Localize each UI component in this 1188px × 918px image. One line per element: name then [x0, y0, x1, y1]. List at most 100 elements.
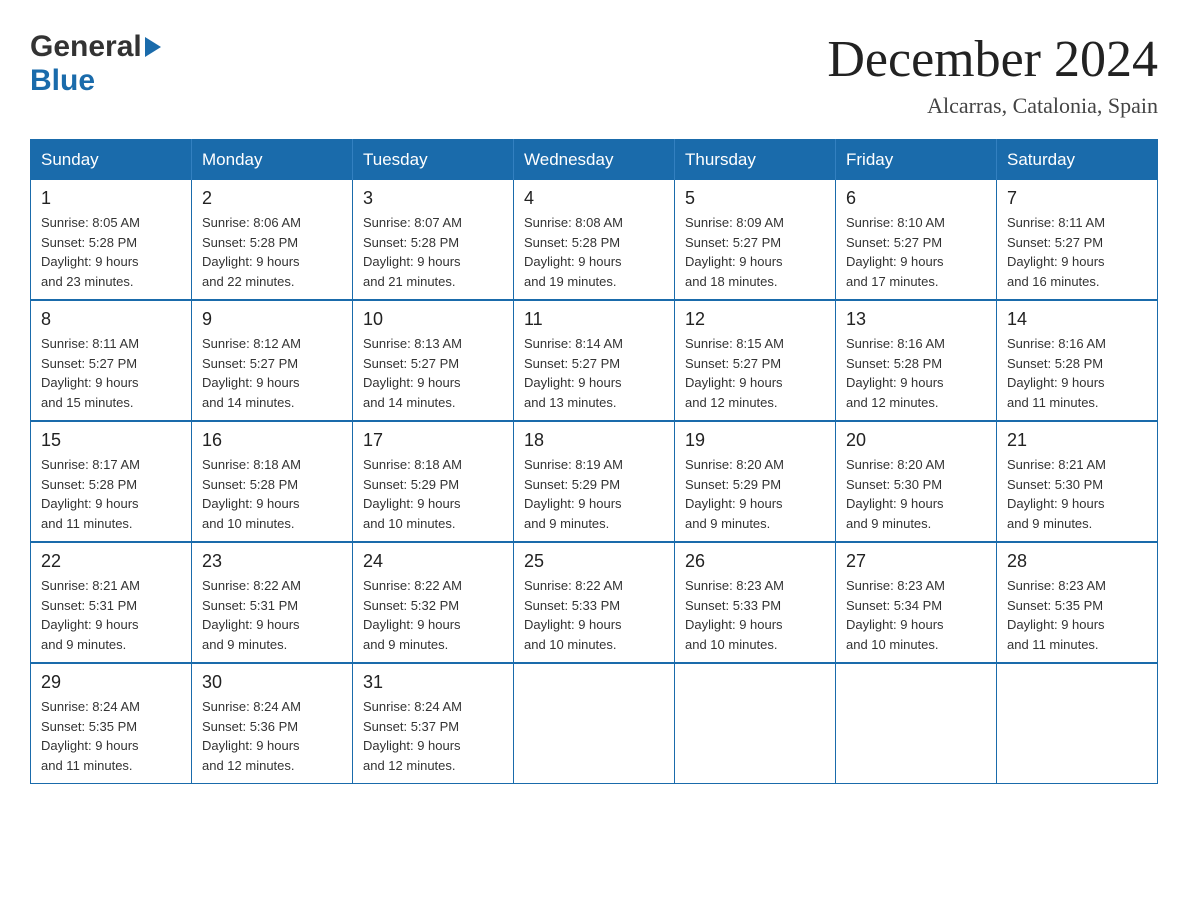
day-number: 23	[202, 551, 342, 572]
calendar-day-22: 22Sunrise: 8:21 AMSunset: 5:31 PMDayligh…	[31, 542, 192, 663]
day-info: Sunrise: 8:23 AMSunset: 5:34 PMDaylight:…	[846, 576, 986, 654]
day-info: Sunrise: 8:20 AMSunset: 5:29 PMDaylight:…	[685, 455, 825, 533]
calendar-day-19: 19 Sunrise: 8:20 AMSunset: 5:29 PMDayligh…	[675, 421, 836, 542]
calendar-day-31: 31 Sunrise: 8:24 AMSunset: 5:37 PMDayligh…	[353, 663, 514, 784]
calendar-day-11: 11 Sunrise: 8:14 AMSunset: 5:27 PMDayligh…	[514, 300, 675, 421]
day-number: 10	[363, 309, 503, 330]
day-number: 5	[685, 188, 825, 209]
calendar-day-27: 27 Sunrise: 8:23 AMSunset: 5:34 PMDayligh…	[836, 542, 997, 663]
calendar-day-29: 29Sunrise: 8:24 AMSunset: 5:35 PMDayligh…	[31, 663, 192, 784]
day-info: Sunrise: 8:15 AMSunset: 5:27 PMDaylight:…	[685, 334, 825, 412]
logo-triangle-icon	[145, 37, 161, 57]
day-info: Sunrise: 8:09 AMSunset: 5:27 PMDaylight:…	[685, 213, 825, 291]
calendar-day-13: 13Sunrise: 8:16 AMSunset: 5:28 PMDayligh…	[836, 300, 997, 421]
day-info: Sunrise: 8:18 AMSunset: 5:28 PMDaylight:…	[202, 455, 342, 533]
day-info: Sunrise: 8:11 AMSunset: 5:27 PMDaylight:…	[1007, 213, 1147, 291]
calendar-day-12: 12 Sunrise: 8:15 AMSunset: 5:27 PMDayligh…	[675, 300, 836, 421]
location-title: Alcarras, Catalonia, Spain	[827, 93, 1158, 119]
day-info: Sunrise: 8:22 AMSunset: 5:33 PMDaylight:…	[524, 576, 664, 654]
calendar-week-row: 8Sunrise: 8:11 AMSunset: 5:27 PMDaylight…	[31, 300, 1158, 421]
calendar-header-row: SundayMondayTuesdayWednesdayThursdayFrid…	[31, 140, 1158, 181]
day-number: 13	[846, 309, 986, 330]
calendar-day-14: 14 Sunrise: 8:16 AMSunset: 5:28 PMDayligh…	[997, 300, 1158, 421]
day-info: Sunrise: 8:24 AMSunset: 5:37 PMDaylight:…	[363, 697, 503, 775]
day-number: 16	[202, 430, 342, 451]
calendar-day-18: 18Sunrise: 8:19 AMSunset: 5:29 PMDayligh…	[514, 421, 675, 542]
day-info: Sunrise: 8:07 AMSunset: 5:28 PMDaylight:…	[363, 213, 503, 291]
calendar-day-30: 30 Sunrise: 8:24 AMSunset: 5:36 PMDayligh…	[192, 663, 353, 784]
day-info: Sunrise: 8:17 AMSunset: 5:28 PMDaylight:…	[41, 455, 181, 533]
day-number: 2	[202, 188, 342, 209]
logo-general-text: General	[30, 30, 142, 64]
title-section: December 2024 Alcarras, Catalonia, Spain	[827, 30, 1158, 119]
day-number: 11	[524, 309, 664, 330]
day-info: Sunrise: 8:11 AMSunset: 5:27 PMDaylight:…	[41, 334, 181, 412]
day-number: 28	[1007, 551, 1147, 572]
day-number: 17	[363, 430, 503, 451]
header-friday: Friday	[836, 140, 997, 181]
calendar-day-4: 4 Sunrise: 8:08 AMSunset: 5:28 PMDaylight…	[514, 180, 675, 300]
day-number: 24	[363, 551, 503, 572]
day-info: Sunrise: 8:13 AMSunset: 5:27 PMDaylight:…	[363, 334, 503, 412]
header-sunday: Sunday	[31, 140, 192, 181]
header-tuesday: Tuesday	[353, 140, 514, 181]
month-year-title: December 2024	[827, 30, 1158, 89]
day-info: Sunrise: 8:22 AMSunset: 5:32 PMDaylight:…	[363, 576, 503, 654]
day-number: 20	[846, 430, 986, 451]
calendar-day-16: 16 Sunrise: 8:18 AMSunset: 5:28 PMDayligh…	[192, 421, 353, 542]
calendar-day-10: 10 Sunrise: 8:13 AMSunset: 5:27 PMDayligh…	[353, 300, 514, 421]
day-info: Sunrise: 8:21 AMSunset: 5:30 PMDaylight:…	[1007, 455, 1147, 533]
day-number: 7	[1007, 188, 1147, 209]
logo-blue-text: Blue	[30, 64, 95, 97]
day-number: 6	[846, 188, 986, 209]
calendar-empty-cell	[836, 663, 997, 784]
day-info: Sunrise: 8:14 AMSunset: 5:27 PMDaylight:…	[524, 334, 664, 412]
day-info: Sunrise: 8:19 AMSunset: 5:29 PMDaylight:…	[524, 455, 664, 533]
header-saturday: Saturday	[997, 140, 1158, 181]
calendar-day-17: 17 Sunrise: 8:18 AMSunset: 5:29 PMDayligh…	[353, 421, 514, 542]
day-number: 31	[363, 672, 503, 693]
calendar-empty-cell	[514, 663, 675, 784]
day-number: 15	[41, 430, 181, 451]
calendar-day-24: 24 Sunrise: 8:22 AMSunset: 5:32 PMDayligh…	[353, 542, 514, 663]
calendar-day-9: 9Sunrise: 8:12 AMSunset: 5:27 PMDaylight…	[192, 300, 353, 421]
day-number: 14	[1007, 309, 1147, 330]
day-info: Sunrise: 8:23 AMSunset: 5:35 PMDaylight:…	[1007, 576, 1147, 654]
day-number: 4	[524, 188, 664, 209]
day-number: 27	[846, 551, 986, 572]
calendar-day-28: 28 Sunrise: 8:23 AMSunset: 5:35 PMDayligh…	[997, 542, 1158, 663]
day-info: Sunrise: 8:22 AMSunset: 5:31 PMDaylight:…	[202, 576, 342, 654]
calendar-day-2: 2 Sunrise: 8:06 AMSunset: 5:28 PMDaylight…	[192, 180, 353, 300]
day-info: Sunrise: 8:08 AMSunset: 5:28 PMDaylight:…	[524, 213, 664, 291]
page-header: General Blue December 2024 Alcarras, Cat…	[30, 30, 1158, 119]
calendar-day-3: 3 Sunrise: 8:07 AMSunset: 5:28 PMDaylight…	[353, 180, 514, 300]
calendar-day-23: 23 Sunrise: 8:22 AMSunset: 5:31 PMDayligh…	[192, 542, 353, 663]
calendar-day-20: 20 Sunrise: 8:20 AMSunset: 5:30 PMDayligh…	[836, 421, 997, 542]
header-wednesday: Wednesday	[514, 140, 675, 181]
calendar-week-row: 1Sunrise: 8:05 AMSunset: 5:28 PMDaylight…	[31, 180, 1158, 300]
day-info: Sunrise: 8:06 AMSunset: 5:28 PMDaylight:…	[202, 213, 342, 291]
day-number: 25	[524, 551, 664, 572]
calendar-day-25: 25 Sunrise: 8:22 AMSunset: 5:33 PMDayligh…	[514, 542, 675, 663]
day-info: Sunrise: 8:24 AMSunset: 5:36 PMDaylight:…	[202, 697, 342, 775]
logo: General Blue	[30, 30, 161, 98]
calendar-day-6: 6Sunrise: 8:10 AMSunset: 5:27 PMDaylight…	[836, 180, 997, 300]
day-number: 29	[41, 672, 181, 693]
calendar-day-1: 1Sunrise: 8:05 AMSunset: 5:28 PMDaylight…	[31, 180, 192, 300]
day-number: 12	[685, 309, 825, 330]
day-number: 1	[41, 188, 181, 209]
day-number: 9	[202, 309, 342, 330]
calendar-day-21: 21 Sunrise: 8:21 AMSunset: 5:30 PMDayligh…	[997, 421, 1158, 542]
calendar-empty-cell	[997, 663, 1158, 784]
day-number: 3	[363, 188, 503, 209]
day-info: Sunrise: 8:18 AMSunset: 5:29 PMDaylight:…	[363, 455, 503, 533]
day-info: Sunrise: 8:23 AMSunset: 5:33 PMDaylight:…	[685, 576, 825, 654]
calendar-day-8: 8Sunrise: 8:11 AMSunset: 5:27 PMDaylight…	[31, 300, 192, 421]
day-info: Sunrise: 8:20 AMSunset: 5:30 PMDaylight:…	[846, 455, 986, 533]
calendar-week-row: 15 Sunrise: 8:17 AMSunset: 5:28 PMDayligh…	[31, 421, 1158, 542]
day-number: 21	[1007, 430, 1147, 451]
day-info: Sunrise: 8:16 AMSunset: 5:28 PMDaylight:…	[1007, 334, 1147, 412]
calendar-day-5: 5 Sunrise: 8:09 AMSunset: 5:27 PMDaylight…	[675, 180, 836, 300]
day-number: 19	[685, 430, 825, 451]
day-number: 30	[202, 672, 342, 693]
